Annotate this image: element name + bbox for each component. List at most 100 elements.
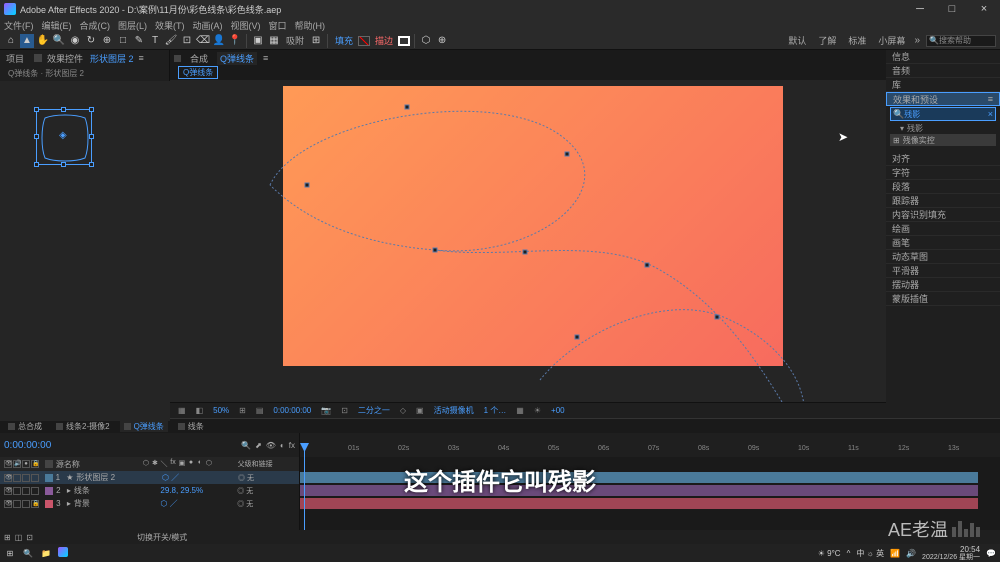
tl-search-icon[interactable]: 🔍 [241,441,251,450]
ws-standard[interactable]: 标准 [845,34,869,47]
tab-effect-controls-layer[interactable]: 形状图层 2 [88,52,136,65]
maximize-button[interactable]: □ [940,3,964,15]
panel-tracker[interactable]: 跟踪器 [886,194,1000,208]
panel-paragraph[interactable]: 段落 [886,180,1000,194]
hand-tool[interactable]: ✋ [36,34,50,48]
tab-menu-icon[interactable]: ≡ [139,53,144,63]
taskbar-explorer-icon[interactable]: 📁 [40,547,52,559]
menu-help[interactable]: 帮助(H) [295,19,326,32]
panel-wiggler[interactable]: 摆动器 [886,278,1000,292]
composition-canvas[interactable] [283,86,783,366]
col-eye-icon[interactable]: 👁 [4,460,12,468]
tl-tab-2[interactable]: Q弹线条 [120,421,168,432]
tab-effect-controls-prefix[interactable]: 效果控件 [45,52,85,65]
col-lock-icon[interactable]: 🔒 [31,460,39,468]
pen-tool[interactable]: ✎ [132,34,146,48]
panel-library[interactable]: 库 [886,78,1000,92]
menu-edit[interactable]: 编辑(E) [42,19,72,32]
layer-row-2[interactable]: 👁 2 ▸ 线条 29.8, 29.5% ◎ 无 [0,484,299,497]
panel-effects-presets[interactable]: 效果和预设 ≡ [886,92,1000,106]
brush-tool[interactable]: 🖌 [164,34,178,48]
puppet-tool[interactable]: 📍 [228,34,242,48]
vc-draft-icon[interactable]: ▦ [514,406,526,415]
comp-tab-menu-icon[interactable]: ≡ [263,53,268,63]
anchor-tool[interactable]: ⊕ [100,34,114,48]
tl-graph-icon[interactable]: ⬈ [255,441,262,450]
layer-row-3[interactable]: 👁🔒 3 ▸ 背景 ⬡ ／ ◎ 无 [0,497,299,510]
snap-toggle[interactable]: ⊞ [309,34,323,48]
add-mode[interactable]: ⊕ [435,34,449,48]
notifications-icon[interactable]: 💬 [986,549,996,558]
mode-2[interactable]: ▦ [267,34,281,48]
vc-region-icon[interactable]: ⊡ [339,406,350,415]
vc-channel-icon[interactable]: ◧ [194,406,206,415]
anchor-point-icon[interactable] [59,132,69,142]
weather-widget[interactable]: ☀ 9°C [818,549,841,558]
ws-more[interactable]: » [914,35,920,46]
effects-search-input[interactable] [904,110,988,119]
start-button[interactable]: ⊞ [4,547,16,559]
panel-character[interactable]: 字符 [886,166,1000,180]
ime-indicator[interactable]: 中 ☼ 英 [856,548,884,559]
tl-footer-icon2[interactable]: ◫ [15,533,23,542]
tl-footer-icon1[interactable]: ⊞ [4,533,11,542]
layer-row-1[interactable]: 👁 1 ★ 形状图层 2 ⬡ ／ ◎ 无 [0,471,299,484]
vc-guides-icon[interactable]: ▤ [254,406,266,415]
timeline-timecode[interactable]: 0:00:00:00 [4,440,51,451]
clock[interactable]: 20:54 2022/12/26 星期一 [922,546,980,561]
vc-camera[interactable]: 活动摄像机 [432,405,476,416]
taskbar-search-icon[interactable]: 🔍 [22,547,34,559]
tl-switch-mode[interactable]: 切换开关/模式 [137,532,187,543]
playhead[interactable] [304,443,305,530]
stroke-swatch[interactable] [398,36,410,46]
menu-file[interactable]: 文件(F) [4,19,34,32]
volume-icon[interactable]: 🔊 [906,549,916,558]
menu-effect[interactable]: 效果(T) [155,19,185,32]
eraser-tool[interactable]: ⌫ [196,34,210,48]
panel-audio[interactable]: 音频 [886,64,1000,78]
orbit-tool[interactable]: ◉ [68,34,82,48]
panel-paint[interactable]: 绘画 [886,222,1000,236]
vc-px[interactable]: +00 [549,406,567,415]
effect-group[interactable]: ▾残影 [886,122,1000,134]
panel-content-aware[interactable]: 内容识别填充 [886,208,1000,222]
ws-learn[interactable]: 了解 [815,34,839,47]
vc-grid-icon[interactable]: ⊞ [237,406,248,415]
roto-tool[interactable]: 👤 [212,34,226,48]
viewport[interactable]: ➤ [170,80,886,402]
close-button[interactable]: × [972,3,996,15]
panel-motion-sketch[interactable]: 动态草图 [886,250,1000,264]
menu-window[interactable]: 窗口 [269,19,287,32]
comp-subtab[interactable]: Q弹线条 [178,66,218,79]
vc-3d-icon[interactable]: ◇ [398,406,408,415]
vc-alpha-icon[interactable]: ▦ [176,406,188,415]
menu-animation[interactable]: 动画(A) [193,19,223,32]
vc-resolution[interactable]: 二分之一 [356,405,392,416]
ws-small[interactable]: 小屏幕 [875,34,908,47]
wifi-icon[interactable]: 📶 [890,549,900,558]
col-solo-icon[interactable]: ● [22,460,30,468]
stamp-tool[interactable]: ⊡ [180,34,194,48]
panel-smoother[interactable]: 平滑器 [886,264,1000,278]
shape-bounding-box[interactable] [36,109,92,165]
tl-tab-1[interactable]: 线条2-摄像2 [52,421,114,432]
layer-preview[interactable] [0,81,170,421]
panel-align[interactable]: 对齐 [886,152,1000,166]
vc-snapshot-icon[interactable]: 📷 [319,406,333,415]
tl-fx-icon[interactable]: fx [289,441,295,450]
tl-shy-icon[interactable]: 👁 [266,441,276,450]
effect-item[interactable]: ⊞ 残像实控 [890,134,996,146]
col-source-name[interactable]: 源名称 [56,459,142,470]
panel-info[interactable]: 信息 [886,50,1000,64]
tray-chevron-icon[interactable]: ^ [847,549,851,558]
tl-tab-3[interactable]: 线条 [174,421,208,432]
minimize-button[interactable]: ─ [908,3,932,15]
panel-menu-icon[interactable]: ≡ [988,94,993,104]
windows-taskbar[interactable]: ⊞ 🔍 📁 ☀ 9°C ^ 中 ☼ 英 📶 🔊 20:54 2022/12/26… [0,544,1000,562]
taskbar-app-icon[interactable] [58,547,68,557]
panel-mask-interp[interactable]: 蒙版插值 [886,292,1000,306]
panel-brush[interactable]: 画笔 [886,236,1000,250]
zoom-tool[interactable]: 🔍 [52,34,66,48]
col-audio-icon[interactable]: 🔊 [13,460,21,468]
col-parent[interactable]: 父级和链接 [238,459,295,469]
